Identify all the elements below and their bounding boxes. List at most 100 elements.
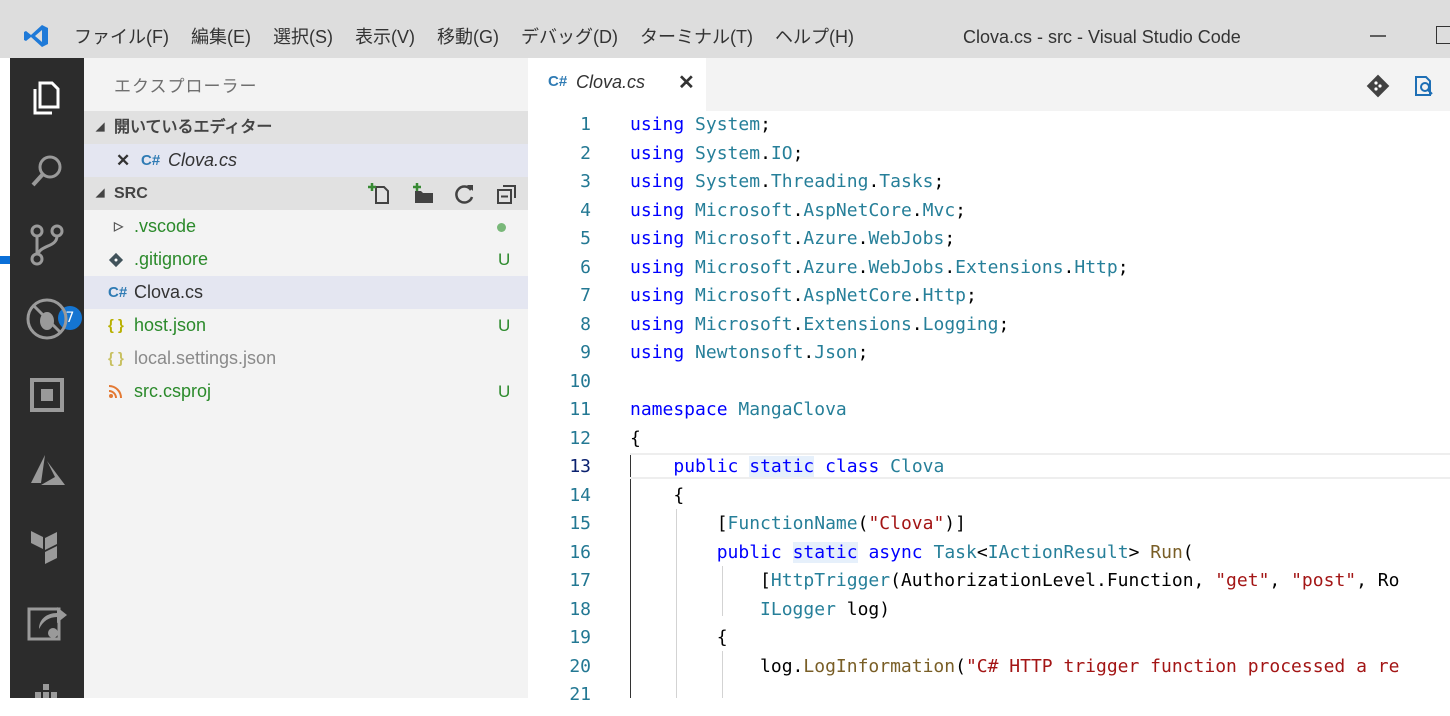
remote-icon[interactable] xyxy=(24,598,70,644)
new-file-icon[interactable] xyxy=(368,181,394,207)
modified-dot-icon xyxy=(497,223,506,232)
tree-item-name: host.json xyxy=(134,315,207,335)
title-bar: ファイル(F) 編集(E) 選択(S) 表示(V) 移動(G) デバッグ(D) … xyxy=(0,0,1450,58)
code-line: using Microsoft.AspNetCore.Mvc; xyxy=(630,199,966,221)
code-line: [FunctionName("Clova")] xyxy=(630,513,966,534)
rss-icon xyxy=(108,385,122,399)
line-number: 15 xyxy=(569,513,591,534)
open-editor-name: Clova.cs xyxy=(168,150,238,170)
git-status-untracked: U xyxy=(498,316,511,335)
code-line: using System; xyxy=(630,114,771,135)
close-icon[interactable]: ✕ xyxy=(116,144,130,177)
line-number: 20 xyxy=(569,655,591,677)
menu-view[interactable]: 表示(V) xyxy=(355,23,427,51)
code-line: public static class Clova xyxy=(673,456,945,477)
tree-item-name: src.csproj xyxy=(134,381,212,401)
code-line: using Microsoft.Extensions.Logging; xyxy=(630,313,1010,335)
line-number: 17 xyxy=(569,570,591,591)
menu-edit[interactable]: 編集(E) xyxy=(191,23,263,51)
docker-icon[interactable] xyxy=(24,670,70,716)
menu-bar: ファイル(F) 編集(E) 選択(S) 表示(V) 移動(G) デバッグ(D) … xyxy=(74,23,876,51)
line-number: 16 xyxy=(569,541,591,563)
git-status-untracked: U xyxy=(498,382,511,401)
open-editors-label: 開いているエディター xyxy=(114,119,273,136)
line-number: 7 xyxy=(580,285,591,306)
sidebar-title: エクスプローラー xyxy=(114,77,258,96)
code-line: using Newtonsoft.Json; xyxy=(630,342,869,363)
chevron-down-icon: ◢ xyxy=(96,121,105,133)
menu-selection[interactable]: 選択(S) xyxy=(273,23,345,51)
tree-item-clova-cs[interactable]: C# Clova.cs xyxy=(84,276,528,309)
line-number: 1 xyxy=(580,114,591,135)
line-number: 10 xyxy=(569,370,591,392)
close-icon[interactable]: ✕ xyxy=(678,70,695,95)
line-number: 11 xyxy=(569,399,591,420)
chevron-down-icon: ◢ xyxy=(96,187,105,199)
refresh-icon[interactable] xyxy=(452,181,478,207)
code-line: using System.IO; xyxy=(630,142,804,164)
code-line: using Microsoft.Azure.WebJobs.Extensions… xyxy=(630,256,1129,278)
tree-item-src-csproj[interactable]: src.csproj U xyxy=(84,375,528,408)
chevron-right-icon: ▷ xyxy=(114,219,124,233)
csharp-file-icon: C# xyxy=(108,284,128,301)
debug-icon[interactable] xyxy=(24,296,70,342)
open-changes-icon[interactable] xyxy=(1366,74,1390,98)
collapse-all-icon[interactable] xyxy=(494,181,520,207)
tab-label: Clova.cs xyxy=(576,72,646,92)
tree-item-gitignore[interactable]: .gitignore U xyxy=(84,243,528,276)
open-editors-header[interactable]: ◢ 開いているエディター xyxy=(84,111,528,144)
code-line: { xyxy=(630,427,641,449)
activity-bar: 7 xyxy=(10,58,84,698)
tab-strip: C# Clova.cs ✕ xyxy=(528,58,1450,111)
code-line: public static async Task<IActionResult> … xyxy=(716,541,1194,563)
tab-clova-cs[interactable]: C# Clova.cs ✕ xyxy=(528,58,706,111)
folder-label: SRC xyxy=(114,185,148,202)
code-line: using Microsoft.AspNetCore.Http; xyxy=(630,285,977,306)
line-number: 4 xyxy=(580,199,591,221)
line-number: 9 xyxy=(580,342,591,363)
window-title: Clova.cs - src - Visual Studio Code xyxy=(963,27,1241,47)
menu-go[interactable]: 移動(G) xyxy=(437,23,511,51)
minimize-icon[interactable] xyxy=(1368,22,1388,50)
code-line: { xyxy=(630,484,685,506)
code-line: [HttpTrigger(AuthorizationLevel.Function… xyxy=(630,570,1400,591)
tree-item-name: Clova.cs xyxy=(134,282,204,302)
code-line: using Microsoft.Azure.WebJobs; xyxy=(630,228,956,249)
explorer-sidebar: エクスプローラー ◢ 開いているエディター ✕ C# Clova.cs ◢ SR… xyxy=(84,58,528,698)
open-preview-icon[interactable] xyxy=(1412,74,1436,98)
menu-file[interactable]: ファイル(F) xyxy=(74,23,181,51)
json-file-icon: { } xyxy=(108,317,124,334)
extensions-icon[interactable] xyxy=(24,372,70,418)
tree-item-local-settings-json[interactable]: { } local.settings.json xyxy=(84,342,528,375)
maximize-icon[interactable] xyxy=(1436,26,1450,44)
git-icon xyxy=(108,252,124,268)
menu-debug[interactable]: デバッグ(D) xyxy=(521,23,630,51)
git-status-untracked: U xyxy=(498,250,511,269)
new-folder-icon[interactable] xyxy=(411,181,437,207)
tree-item-name: .gitignore xyxy=(134,249,209,269)
vscode-logo-icon xyxy=(24,25,48,47)
line-number: 21 xyxy=(569,684,591,705)
code-line: log.LogInformation("C# HTTP trigger func… xyxy=(630,655,1400,677)
menu-terminal[interactable]: ターミナル(T) xyxy=(640,23,765,51)
code-line: { xyxy=(630,627,728,648)
line-number: 19 xyxy=(569,627,591,648)
source-control-icon[interactable] xyxy=(24,222,70,268)
menu-help[interactable]: ヘルプ(H) xyxy=(775,23,866,51)
code-line: using System.Threading.Tasks; xyxy=(630,171,945,192)
explorer-icon[interactable] xyxy=(24,74,70,120)
tree-item-vscode[interactable]: ▷ .vscode xyxy=(84,210,528,243)
open-editor-item[interactable]: ✕ C# Clova.cs xyxy=(84,144,528,177)
desktop-left-edge xyxy=(0,58,10,698)
line-number-current: 13 xyxy=(569,456,591,477)
search-icon[interactable] xyxy=(24,148,70,194)
azure-icon[interactable] xyxy=(24,448,70,494)
json-file-icon: { } xyxy=(108,350,124,367)
line-number: 12 xyxy=(569,427,591,449)
desktop-left-accent xyxy=(0,256,10,264)
tree-item-host-json[interactable]: { } host.json U xyxy=(84,309,528,342)
line-number: 8 xyxy=(580,313,591,335)
line-number: 2 xyxy=(580,142,591,164)
terraform-icon[interactable] xyxy=(24,522,70,568)
